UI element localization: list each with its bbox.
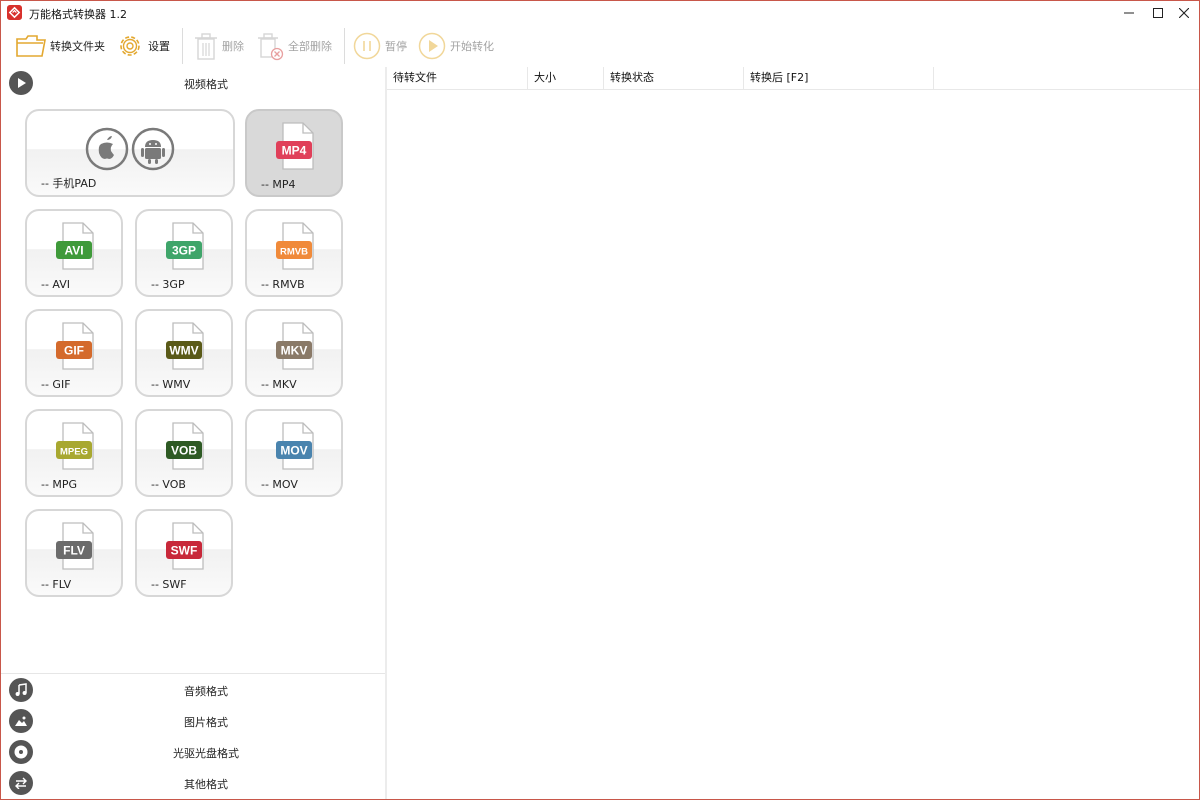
format-tile[interactable]: MPEG -- MPG — [25, 409, 123, 497]
file-format-icon: RMVB — [276, 222, 314, 270]
format-tile-label: -- MOV — [261, 478, 298, 491]
category-disc-label: 光驱光盘格式 — [173, 747, 239, 760]
maximize-icon — [1153, 8, 1163, 18]
start-convert-button[interactable]: 开始转化 — [417, 29, 494, 63]
minimize-icon — [1124, 12, 1134, 14]
trash-icon — [195, 33, 217, 60]
format-tile-label: -- MP4 — [261, 178, 296, 191]
toolbar: 转换文件夹 设置 删除 全部删除 暂停 开始转化 — [1, 26, 1199, 66]
settings-label: 设置 — [148, 40, 170, 53]
category-video[interactable]: 视频格式 — [1, 67, 385, 97]
convert-folder-label: 转换文件夹 — [50, 40, 105, 53]
file-format-icon: FLV — [56, 522, 94, 570]
close-icon — [1179, 8, 1189, 18]
format-tile-label: -- FLV — [41, 578, 72, 591]
app-window: 万能格式转换器 1.2 转换文件夹 设置 删除 全部删除 暂停 开始转化 视频格… — [0, 0, 1200, 800]
minimize-button[interactable] — [1114, 1, 1144, 25]
file-format-icon: MOV — [276, 422, 314, 470]
file-format-icon: GIF — [56, 322, 94, 370]
file-format-icon: MPEG — [56, 422, 94, 470]
file-format-icon: WMV — [166, 322, 204, 370]
svg-text:AVI: AVI — [64, 244, 83, 258]
app-logo-icon — [7, 5, 22, 20]
category-other-label: 其他格式 — [184, 778, 228, 791]
format-tile-label: -- RMVB — [261, 278, 305, 291]
svg-text:MOV: MOV — [280, 444, 307, 458]
category-other[interactable]: 其他格式 — [1, 767, 385, 797]
svg-text:MPEG: MPEG — [60, 447, 88, 458]
format-tile-label: -- 手机PAD — [41, 177, 97, 190]
file-format-icon: 3GP — [166, 222, 204, 270]
format-tile[interactable]: -- 手机PAD — [25, 109, 235, 197]
delete-all-button[interactable]: 全部删除 — [257, 29, 332, 63]
format-tile[interactable]: MKV -- MKV — [245, 309, 343, 397]
category-audio-label: 音频格式 — [184, 685, 228, 698]
format-tile[interactable]: 3GP -- 3GP — [135, 209, 233, 297]
title-bar: 万能格式转换器 1.2 — [1, 1, 1199, 25]
svg-text:WMV: WMV — [169, 344, 198, 358]
file-format-icon: AVI — [56, 222, 94, 270]
delete-all-icon — [258, 33, 284, 61]
format-tile[interactable]: FLV -- FLV — [25, 509, 123, 597]
file-format-icon: VOB — [166, 422, 204, 470]
category-image[interactable]: 图片格式 — [1, 705, 385, 735]
format-tile-label: -- GIF — [41, 378, 71, 391]
column-header-output[interactable]: 转换后 [F2] — [744, 67, 934, 89]
category-image-label: 图片格式 — [184, 716, 228, 729]
format-tile[interactable]: MOV -- MOV — [245, 409, 343, 497]
format-tile-label: -- VOB — [151, 478, 186, 491]
delete-button[interactable]: 删除 — [193, 29, 244, 63]
svg-text:MKV: MKV — [281, 344, 308, 358]
format-tile[interactable]: VOB -- VOB — [135, 409, 233, 497]
format-tile-label: -- WMV — [151, 378, 191, 391]
toolbar-divider — [344, 28, 345, 64]
category-audio[interactable]: 音频格式 — [1, 674, 385, 704]
format-tile-label: -- MKV — [261, 378, 297, 391]
svg-text:MP4: MP4 — [282, 144, 307, 158]
format-tile-label: -- SWF — [151, 578, 187, 591]
svg-text:FLV: FLV — [63, 544, 85, 558]
toolbar-divider — [182, 28, 183, 64]
format-tile-label: -- MPG — [41, 478, 78, 491]
svg-text:GIF: GIF — [64, 344, 84, 358]
apple-android-icon — [85, 127, 175, 171]
column-header-size[interactable]: 大小 — [528, 67, 604, 89]
window-title: 万能格式转换器 1.2 — [29, 8, 127, 21]
format-tile-label: -- 3GP — [151, 278, 185, 291]
svg-text:VOB: VOB — [171, 444, 197, 458]
delete-label: 删除 — [222, 40, 244, 53]
format-tile[interactable]: WMV -- WMV — [135, 309, 233, 397]
format-panel: 视频格式 -- 手机PAD MP4 -- MP4 AVI -- AVI 3GP -- 3GP… — [1, 67, 385, 799]
settings-button[interactable]: 设置 — [115, 29, 170, 63]
format-tile[interactable]: GIF -- GIF — [25, 309, 123, 397]
pause-label: 暂停 — [385, 40, 407, 53]
gear-icon — [120, 36, 140, 56]
category-disc[interactable]: 光驱光盘格式 — [1, 736, 385, 766]
file-list-header: 待转文件 大小 转换状态 转换后 [F2] — [387, 67, 1199, 90]
file-format-icon: SWF — [166, 522, 204, 570]
pause-icon — [353, 32, 381, 60]
format-tile[interactable]: AVI -- AVI — [25, 209, 123, 297]
format-tile[interactable]: SWF -- SWF — [135, 509, 233, 597]
file-format-icon: MP4 — [276, 122, 314, 170]
category-video-label: 视频格式 — [184, 78, 228, 91]
format-tile[interactable]: RMVB -- RMVB — [245, 209, 343, 297]
play-icon — [418, 32, 446, 60]
column-header-file[interactable]: 待转文件 — [387, 67, 528, 89]
delete-all-label: 全部删除 — [288, 40, 332, 53]
close-button[interactable] — [1169, 1, 1199, 25]
file-format-icon: MKV — [276, 322, 314, 370]
svg-text:3GP: 3GP — [172, 244, 196, 258]
format-tile-label: -- AVI — [41, 278, 71, 291]
pause-button[interactable]: 暂停 — [352, 29, 407, 63]
start-convert-label: 开始转化 — [450, 40, 494, 53]
column-header-status[interactable]: 转换状态 — [604, 67, 744, 89]
svg-text:SWF: SWF — [171, 544, 198, 558]
folder-icon — [16, 35, 46, 57]
format-tile[interactable]: MP4 -- MP4 — [245, 109, 343, 197]
convert-folder-button[interactable]: 转换文件夹 — [15, 29, 105, 63]
svg-text:RMVB: RMVB — [280, 247, 308, 258]
file-list[interactable]: 待转文件 大小 转换状态 转换后 [F2] — [387, 67, 1199, 799]
